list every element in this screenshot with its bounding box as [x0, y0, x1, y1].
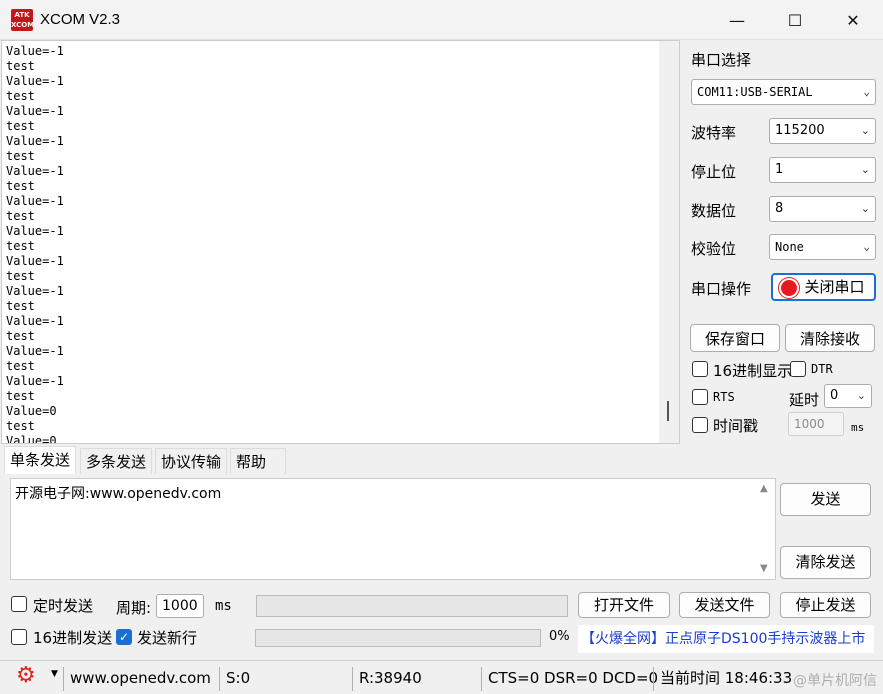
send-text: 开源电子网:www.openedv.com	[15, 483, 221, 503]
chevron-down-icon: ⌄	[863, 85, 870, 98]
logo-text-bottom: XCOM	[11, 21, 35, 29]
app-logo-icon: ATK XCOM	[11, 9, 35, 31]
baud-select[interactable]: 115200 ⌄	[769, 118, 876, 144]
minimize-icon: —	[729, 10, 745, 30]
serial-op-label: 串口操作	[691, 280, 752, 298]
port-select-label: 串口选择	[691, 51, 752, 69]
hex-display-label: 16进制显示	[713, 362, 793, 380]
rts-label: RTS	[713, 390, 735, 404]
send-newline-checkbox[interactable]: ✓	[116, 629, 132, 645]
settings-dropdown-icon[interactable]: ▼	[51, 669, 58, 679]
send-file-button[interactable]: 发送文件	[679, 592, 770, 618]
timestamp-checkbox[interactable]	[692, 417, 708, 433]
file-progress-top	[256, 595, 568, 617]
minimize-button[interactable]: —	[708, 0, 766, 40]
window-title: XCOM V2.3	[40, 11, 121, 28]
dtr-checkbox[interactable]	[790, 361, 806, 377]
hex-send-label: 16进制发送	[33, 629, 113, 647]
send-button[interactable]: 发送	[780, 483, 871, 516]
receive-text: Value=-1 test Value=-1 test Value=-1 tes…	[6, 44, 64, 444]
timestamp-unit: ms	[851, 421, 865, 434]
status-bar: ⚙ ▼ www.openedv.com S:0 R:38940 CTS=0 DS…	[0, 660, 883, 694]
check-icon: ✓	[118, 630, 130, 644]
timestamp-interval-input[interactable]: 1000	[788, 412, 844, 436]
port-select[interactable]: COM11:USB-SERIAL ⌄	[691, 79, 876, 105]
save-window-button[interactable]: 保存窗口	[690, 324, 780, 352]
chevron-down-icon: ⌄	[860, 124, 870, 137]
open-file-button[interactable]: 打开文件	[578, 592, 670, 618]
hex-send-checkbox[interactable]	[11, 629, 27, 645]
stop-bits-value: 1	[775, 162, 784, 177]
hex-display-checkbox[interactable]	[692, 361, 708, 377]
logo-text-top: ATK	[14, 11, 30, 19]
chevron-down-icon: ⌄	[860, 202, 870, 215]
parity-label: 校验位	[691, 240, 737, 258]
title-bar: ATK XCOM XCOM V2.3 — ☐ ✕	[0, 0, 883, 40]
send-progress-bar	[255, 629, 541, 647]
watermark: @单片机阿信	[793, 673, 877, 689]
status-sent-count: S:0	[219, 667, 346, 691]
clear-receive-button[interactable]: 清除接收	[785, 324, 875, 352]
stop-bits-label: 停止位	[691, 163, 737, 181]
receive-scroll-thumb[interactable]	[667, 401, 669, 421]
tab-multi-send[interactable]: 多条发送	[80, 448, 153, 474]
chevron-down-icon: ⌄	[863, 240, 870, 253]
ad-link[interactable]: 【火爆全网】正点原子DS100手持示波器上市	[578, 625, 874, 653]
baud-label: 波特率	[691, 124, 737, 142]
receive-scrollbar[interactable]	[659, 41, 679, 443]
tab-help[interactable]: 帮助	[230, 448, 286, 474]
timed-send-checkbox[interactable]	[11, 596, 27, 612]
baud-select-value: 115200	[775, 123, 825, 138]
port-select-value: COM11:USB-SERIAL	[697, 85, 813, 99]
delay-value: 0	[830, 388, 839, 403]
send-newline-label: 发送新行	[137, 629, 198, 647]
close-port-button[interactable]: 关闭串口	[771, 273, 876, 301]
stop-send-button[interactable]: 停止发送	[780, 592, 871, 618]
period-input[interactable]: 1000	[156, 594, 204, 618]
port-status-icon	[781, 280, 797, 296]
status-line-signals: CTS=0 DSR=0 DCD=0	[481, 667, 658, 691]
scroll-down-icon[interactable]: ▼	[760, 563, 768, 574]
settings-gear-icon[interactable]: ⚙	[16, 663, 36, 688]
status-website[interactable]: www.openedv.com	[63, 667, 213, 691]
send-text-value: 开源电子网:www.openedv.com	[15, 486, 222, 502]
parity-value: None	[775, 240, 804, 254]
tab-protocol[interactable]: 协议传输	[155, 448, 228, 474]
tab-single-send[interactable]: 单条发送	[4, 446, 77, 474]
delay-label: 延时	[789, 391, 820, 409]
period-unit: ms	[215, 598, 232, 614]
rts-checkbox[interactable]	[692, 389, 708, 405]
stop-bits-select[interactable]: 1 ⌄	[769, 157, 876, 183]
receive-area[interactable]: Value=-1 test Value=-1 test Value=-1 tes…	[1, 40, 680, 444]
chevron-down-icon: ⌄	[860, 163, 870, 176]
dtr-label: DTR	[811, 362, 833, 376]
timestamp-label: 时间戳	[713, 417, 759, 435]
parity-select[interactable]: None ⌄	[769, 234, 876, 260]
clear-send-button[interactable]: 清除发送	[780, 546, 871, 579]
data-bits-select[interactable]: 8 ⌄	[769, 196, 876, 222]
timed-send-label: 定时发送	[33, 597, 94, 615]
maximize-button[interactable]: ☐	[766, 0, 824, 40]
close-icon: ✕	[846, 10, 860, 30]
status-received-count: R:38940	[352, 667, 479, 691]
chevron-down-icon: ⌄	[856, 389, 866, 402]
period-label: 周期:	[116, 599, 152, 617]
close-button[interactable]: ✕	[824, 0, 882, 40]
data-bits-label: 数据位	[691, 202, 737, 220]
send-scrollbar[interactable]: ▲ ▼	[757, 479, 775, 579]
send-input[interactable]: 开源电子网:www.openedv.com ▲ ▼	[10, 478, 776, 580]
send-progress-percent: 0%	[549, 629, 570, 644]
maximize-icon: ☐	[787, 10, 803, 30]
delay-select[interactable]: 0 ⌄	[824, 384, 872, 408]
data-bits-value: 8	[775, 201, 784, 216]
close-port-label: 关闭串口	[804, 278, 865, 296]
scroll-up-icon[interactable]: ▲	[760, 483, 768, 494]
